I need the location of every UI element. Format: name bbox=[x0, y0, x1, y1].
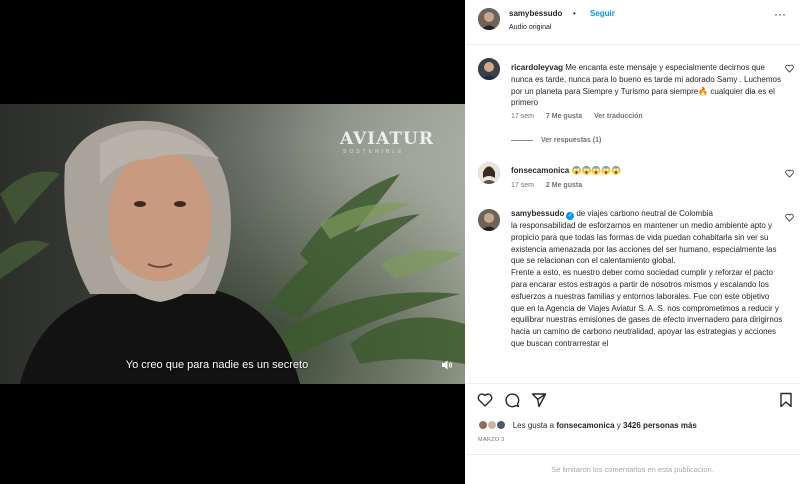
comment-time[interactable]: 17 sem bbox=[511, 113, 534, 120]
post-header: samybessudo • Seguir Audio original ··· bbox=[465, 0, 800, 45]
follow-button[interactable]: Seguir bbox=[590, 9, 615, 18]
like-heart-icon[interactable] bbox=[477, 392, 493, 408]
instagram-post-viewer: AVIATUR SOSTENIBLE Yo creo que para nadi… bbox=[0, 0, 800, 484]
comment-username[interactable]: samybessudo bbox=[511, 209, 564, 218]
comment-time[interactable]: 17 sem bbox=[511, 182, 534, 189]
like-comment-heart-icon[interactable] bbox=[785, 169, 794, 178]
comment-text: 😱😱😱😱😱 bbox=[571, 166, 622, 175]
avatar bbox=[496, 420, 507, 430]
mute-icon[interactable] bbox=[441, 359, 453, 371]
comment-likes[interactable]: 2 Me gusta bbox=[546, 182, 582, 189]
post-date[interactable]: MARZO 3 bbox=[478, 437, 505, 443]
likes-summary: Les gusta a fonsecamonica y 3426 persona… bbox=[478, 420, 697, 430]
more-options-icon[interactable]: ··· bbox=[774, 7, 786, 21]
separator-dot: • bbox=[573, 9, 576, 18]
avatar[interactable] bbox=[478, 8, 500, 30]
comment-username[interactable]: fonsecamonica bbox=[511, 166, 569, 175]
comment-username[interactable]: ricardoleyvag bbox=[511, 63, 563, 72]
aviatur-logo: AVIATUR bbox=[340, 129, 434, 149]
video-caption: Yo creo que para nadie es un secreto bbox=[125, 359, 309, 371]
avatar[interactable] bbox=[478, 209, 500, 231]
comment-likes[interactable]: 7 Me gusta bbox=[546, 113, 582, 120]
share-icon[interactable] bbox=[531, 392, 547, 408]
view-replies-button[interactable]: Ver respuestas (1) bbox=[511, 137, 601, 144]
audio-link[interactable]: Audio original bbox=[509, 24, 551, 31]
post-author-username[interactable]: samybessudo bbox=[509, 9, 562, 18]
translate-link[interactable]: Ver traducción bbox=[594, 113, 643, 120]
avatar[interactable] bbox=[478, 58, 500, 80]
video-player[interactable]: AVIATUR SOSTENIBLE Yo creo que para nadi… bbox=[0, 104, 465, 384]
post-side-panel: samybessudo • Seguir Audio original ··· … bbox=[465, 0, 800, 484]
save-bookmark-icon[interactable] bbox=[778, 392, 794, 408]
post-actions: Les gusta a fonsecamonica y 3426 persona… bbox=[465, 383, 800, 484]
liked-by-username[interactable]: fonsecamonica bbox=[556, 421, 614, 430]
avatar[interactable] bbox=[478, 162, 500, 184]
like-comment-heart-icon[interactable] bbox=[785, 64, 794, 73]
aviatur-logo-subtitle: SOSTENIBLE bbox=[343, 149, 405, 155]
post-media: AVIATUR SOSTENIBLE Yo creo que para nadi… bbox=[0, 0, 465, 484]
comment-icon[interactable] bbox=[504, 392, 520, 408]
comments-list: ricardoleyvag Me encanta este mensaje y … bbox=[465, 46, 800, 382]
comment-text: de viajes carbono neutral de Colombia la… bbox=[511, 209, 783, 348]
comments-limited-notice: Se limitaron los comentarios en esta pub… bbox=[465, 454, 800, 484]
verified-badge-icon: ✓ bbox=[566, 212, 575, 220]
likes-count-link[interactable]: 3426 personas más bbox=[623, 421, 697, 430]
like-comment-heart-icon[interactable] bbox=[785, 213, 794, 222]
